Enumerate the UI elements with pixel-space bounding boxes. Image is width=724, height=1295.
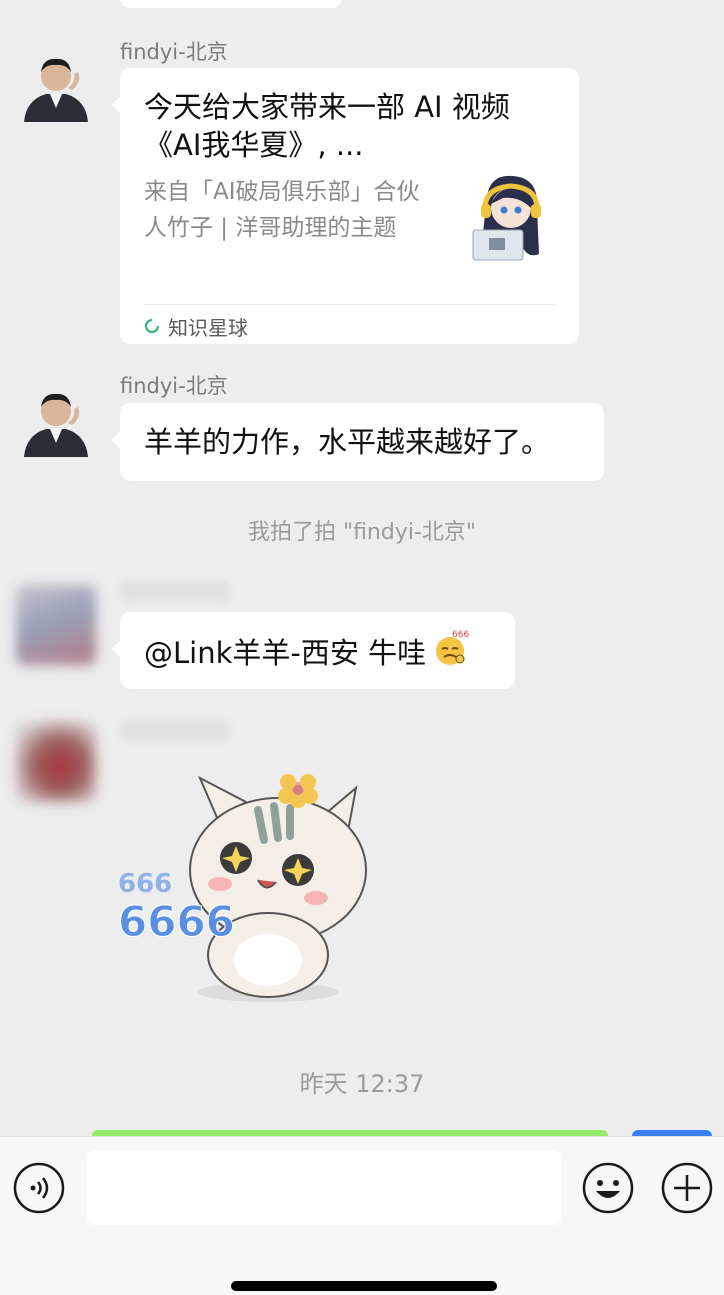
message-text: @Link羊羊-西安 牛哇 [144, 635, 427, 670]
message-input[interactable] [87, 1150, 561, 1225]
avatar[interactable] [16, 42, 96, 122]
svg-text:6666: 6666 [118, 897, 235, 946]
sender-name [120, 720, 230, 742]
card-source: 知识星球 [144, 312, 248, 341]
card-title: 今天给大家带来一部 AI 视频《AI我华夏》, ... [144, 90, 510, 162]
card-description: 来自「AI破局俱乐部」合伙人竹子 | 洋哥助理的主题 [144, 179, 420, 241]
message-bubble[interactable]: @Link羊羊-西安 牛哇 666 [111, 612, 515, 689]
avatar[interactable] [16, 722, 96, 802]
voice-icon [13, 1162, 65, 1214]
avatar[interactable] [16, 585, 96, 665]
home-indicator[interactable] [231, 1281, 497, 1291]
more-button[interactable] [660, 1161, 714, 1215]
previous-message-bubble[interactable] [120, 0, 342, 8]
loading-ring-icon [144, 315, 160, 339]
666-emoji: 666 [430, 627, 470, 674]
svg-text:666: 666 [118, 869, 172, 899]
link-card[interactable]: 今天给大家带来一部 AI 视频《AI我华夏》, ... 来自「AI破局俱乐部」合… [111, 68, 579, 344]
voice-button[interactable] [12, 1161, 66, 1215]
message-bubble[interactable]: 羊羊的力作，水平越来越好了。 [111, 403, 604, 481]
sender-name: findyi-北京 [120, 374, 228, 398]
card-source-label: 知识星球 [168, 316, 248, 340]
card-divider [144, 304, 555, 305]
emoji-button[interactable] [581, 1161, 635, 1215]
emoji-icon [582, 1162, 634, 1214]
svg-text:666: 666 [452, 630, 469, 640]
card-thumbnail [459, 168, 559, 268]
sender-name [120, 580, 230, 602]
system-message: 我拍了拍 "findyi-北京" [247, 520, 477, 545]
timestamp: 昨天 12:37 [299, 1070, 425, 1098]
plus-icon [661, 1162, 713, 1214]
avatar[interactable] [16, 377, 96, 457]
sender-name: findyi-北京 [120, 40, 228, 64]
cat-666-sticker[interactable]: 666 6666 [118, 770, 378, 1010]
